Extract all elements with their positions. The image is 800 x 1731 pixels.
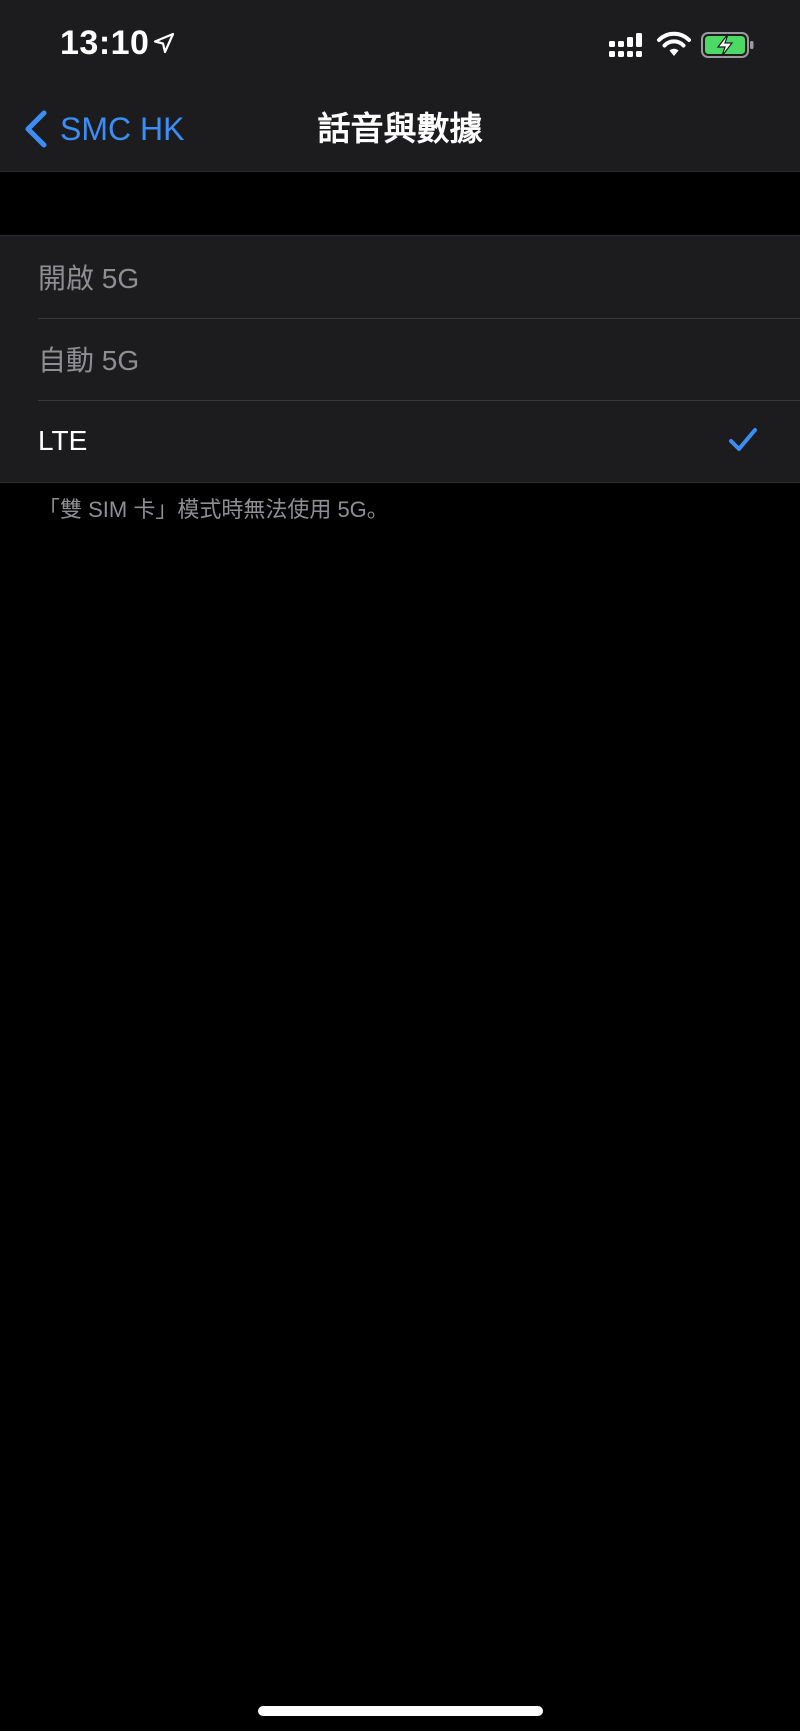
network-mode-list: 開啟 5G 自動 5G LTE <box>0 235 800 483</box>
option-lte[interactable]: LTE <box>0 400 800 482</box>
option-label: 自動 5G <box>38 345 140 376</box>
status-time: 13:10 <box>60 24 150 62</box>
checkmark-icon <box>729 428 757 451</box>
option-5g-auto[interactable]: 自動 5G <box>0 318 800 400</box>
status-bar: 13:10 <box>0 0 800 92</box>
option-5g-on[interactable]: 開啟 5G <box>0 236 800 318</box>
footer-note: 「雙 SIM 卡」模式時無法使用 5G。 <box>38 497 389 522</box>
cellular-dual-sim-icon <box>609 33 642 57</box>
top-bar: 13:10 SMC HK 話音與數據 <box>0 0 800 172</box>
wifi-icon <box>657 31 691 56</box>
option-label: 開啟 5G <box>38 263 140 294</box>
page-title: 話音與數據 <box>317 110 483 147</box>
location-arrow-icon <box>153 32 175 54</box>
navigation-bar: SMC HK 話音與數據 <box>0 92 800 170</box>
battery-charging-icon <box>701 32 754 58</box>
option-label: LTE <box>38 425 88 456</box>
home-indicator[interactable] <box>258 1706 543 1716</box>
